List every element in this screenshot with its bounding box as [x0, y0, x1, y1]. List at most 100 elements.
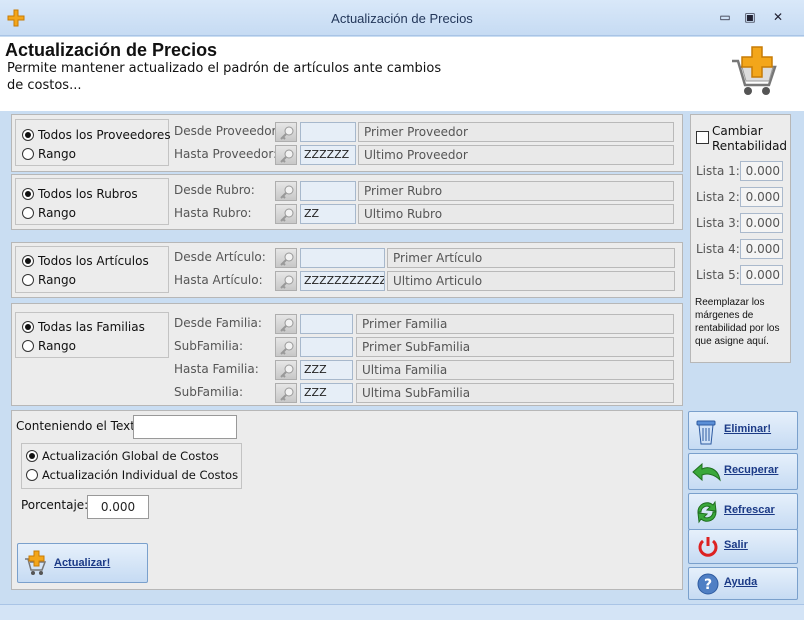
actualizacion-global-radio[interactable]: Actualización Global de Costos [26, 449, 219, 463]
lista-1-input[interactable]: 0.000 [740, 161, 783, 181]
rango-rubros-label: Rango [38, 206, 76, 220]
trash-icon [694, 416, 718, 446]
eliminar-button[interactable]: Eliminar! [688, 411, 798, 450]
hasta-rubro-lookup-button[interactable] [275, 204, 297, 224]
subfamilia-hasta-lookup-button[interactable] [275, 383, 297, 403]
desde-articulo-code[interactable] [300, 248, 385, 268]
lista-5-input[interactable]: 0.000 [740, 265, 783, 285]
todas-familias-label: Todas las Familias [38, 320, 145, 334]
rentabilidad-label: Rentabilidad [712, 139, 788, 153]
title-bar: Actualización de Precios ▭ ▣ ✕ [0, 0, 804, 36]
subfamilia-hasta-code[interactable]: ZZZ [300, 383, 353, 403]
cambiar-rentabilidad-checkbox[interactable] [696, 131, 709, 144]
actualizacion-global-label: Actualización Global de Costos [42, 449, 219, 463]
desde-rubro-lookup-button[interactable] [275, 181, 297, 201]
hasta-articulo-lookup-button[interactable] [275, 271, 297, 291]
actualizacion-individual-radio[interactable]: Actualización Individual de Costos [26, 468, 238, 482]
rango-articulos-label: Rango [38, 273, 76, 287]
rango-proveedores-radio[interactable]: Rango [22, 147, 76, 161]
recuperar-button[interactable]: Recuperar [688, 453, 798, 490]
desde-proveedor-lookup-button[interactable] [275, 122, 297, 142]
desde-rubro-code[interactable] [300, 181, 356, 201]
hasta-proveedor-code[interactable]: ZZZZZZ [300, 145, 356, 165]
conteniendo-texto-input[interactable] [133, 415, 237, 439]
subfamilia-desde-desc: Primer SubFamilia [356, 337, 674, 357]
lista-2-input[interactable]: 0.000 [740, 187, 783, 207]
desde-proveedor-label: Desde Proveedor: [174, 124, 281, 138]
restore-icon: ▣ [744, 10, 756, 24]
key-icon [280, 364, 294, 378]
power-icon [696, 535, 720, 559]
ayuda-button[interactable]: ? Ayuda [688, 567, 798, 600]
refrescar-button[interactable]: Refrescar [688, 493, 798, 530]
desde-proveedor-code[interactable] [300, 122, 356, 142]
hasta-rubro-label: Hasta Rubro: [174, 206, 252, 220]
rango-articulos-radio[interactable]: Rango [22, 273, 76, 287]
rentabilidad-note: Reemplazar los márgenes de rentabilidad … [695, 297, 780, 347]
subfamilia-desde-lookup-button[interactable] [275, 337, 297, 357]
salir-label: Salir [724, 539, 748, 551]
cart-icon [24, 550, 48, 576]
subfamilia-desde-code[interactable] [300, 337, 353, 357]
desde-familia-label: Desde Familia: [174, 316, 262, 330]
rango-familias-radio[interactable]: Rango [22, 339, 76, 353]
hasta-familia-lookup-button[interactable] [275, 360, 297, 380]
lista-1-label: Lista 1: [696, 164, 740, 178]
page-title: Actualización de Precios [5, 40, 218, 60]
actualizacion-individual-label: Actualización Individual de Costos [42, 468, 239, 482]
desde-familia-lookup-button[interactable] [275, 314, 297, 334]
key-icon [280, 126, 294, 140]
desde-rubro-label: Desde Rubro: [174, 183, 255, 197]
rango-rubros-radio[interactable]: Rango [22, 206, 76, 220]
todos-articulos-label: Todos los Artículos [38, 254, 149, 268]
subfamilia-desde-label: SubFamilia: [174, 339, 244, 353]
key-icon [280, 208, 294, 222]
hasta-rubro-code[interactable]: ZZ [300, 204, 356, 224]
minimize-icon: ▭ [719, 10, 731, 24]
lista-4-input[interactable]: 0.000 [740, 239, 783, 259]
key-icon [280, 387, 294, 401]
lista-3-input[interactable]: 0.000 [740, 213, 783, 233]
ayuda-label: Ayuda [724, 576, 758, 588]
window-title: Actualización de Precios [331, 11, 473, 26]
close-icon: ✕ [772, 10, 784, 24]
desde-proveedor-desc: Primer Proveedor [358, 122, 674, 142]
desde-rubro-desc: Primer Rubro [358, 181, 674, 201]
lista-5-label: Lista 5: [696, 268, 740, 282]
todos-rubros-radio[interactable]: Todos los Rubros [22, 187, 138, 201]
todos-proveedores-radio[interactable]: Todos los Proveedores [22, 128, 171, 142]
hasta-proveedor-lookup-button[interactable] [275, 145, 297, 165]
desde-articulo-label: Desde Artículo: [174, 250, 266, 264]
porcentaje-input[interactable]: 0.000 [87, 495, 149, 519]
hasta-proveedor-label: Hasta Proveedor: [174, 147, 278, 161]
close-button[interactable]: ✕ [769, 9, 787, 25]
lista-3-label: Lista 3: [696, 216, 740, 230]
key-icon [280, 185, 294, 199]
key-icon [280, 341, 294, 355]
actualizar-button[interactable]: Actualizar! [17, 543, 148, 583]
hasta-articulo-code[interactable]: ZZZZZZZZZZZZ [300, 271, 385, 291]
hasta-familia-label: Hasta Familia: [174, 362, 259, 376]
todos-articulos-radio[interactable]: Todos los Artículos [22, 254, 149, 268]
header: Actualización de Precios Permite mantene… [0, 37, 804, 111]
rango-familias-label: Rango [38, 339, 76, 353]
desde-articulo-lookup-button[interactable] [275, 248, 297, 268]
status-bar [0, 604, 804, 620]
rango-proveedores-label: Rango [38, 147, 76, 161]
eliminar-label: Eliminar! [724, 423, 772, 435]
desde-familia-desc: Primer Familia [356, 314, 674, 334]
todas-familias-radio[interactable]: Todas las Familias [22, 320, 145, 334]
todos-rubros-label: Todos los Rubros [38, 187, 138, 201]
salir-button[interactable]: Salir [688, 529, 798, 564]
cart-add-icon [728, 43, 778, 101]
key-icon [280, 149, 294, 163]
restore-button[interactable]: ▣ [741, 9, 759, 25]
lista-4-label: Lista 4: [696, 242, 740, 256]
porcentaje-label: Porcentaje: [21, 498, 89, 512]
desde-familia-code[interactable] [300, 314, 353, 334]
minimize-button[interactable]: ▭ [716, 9, 734, 25]
subfamilia-hasta-desc: Ultima SubFamilia [356, 383, 674, 403]
hasta-familia-code[interactable]: ZZZ [300, 360, 353, 380]
subfamilia-hasta-label: SubFamilia: [174, 385, 244, 399]
hasta-rubro-desc: Ultimo Rubro [358, 204, 674, 224]
